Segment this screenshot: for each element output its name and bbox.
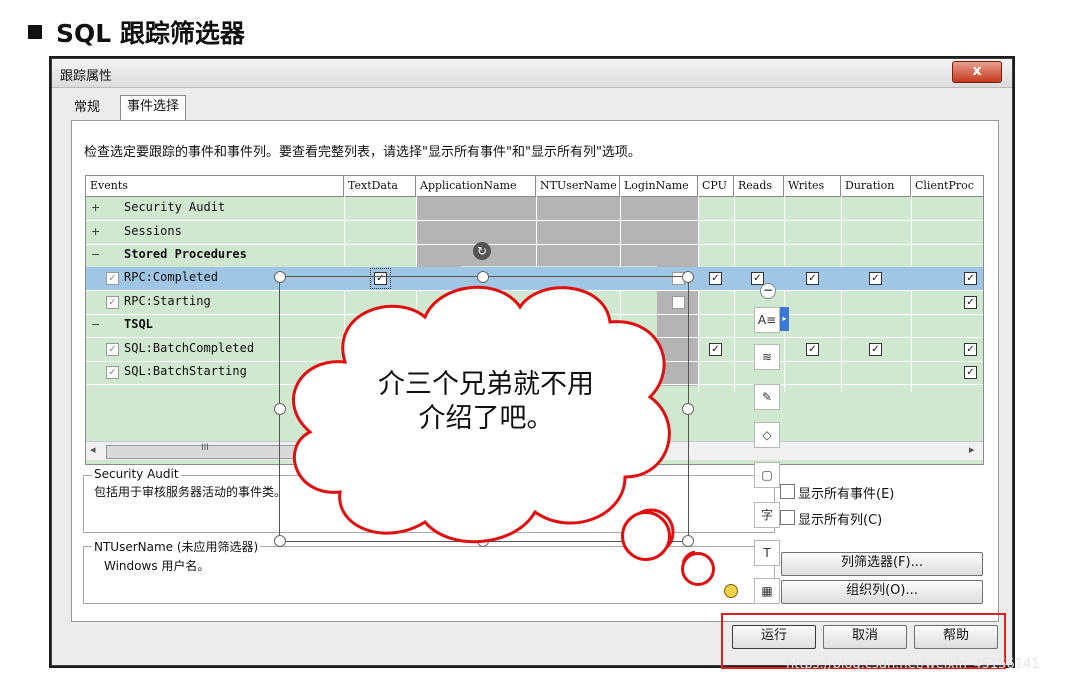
column-header[interactable]: ClientProc bbox=[911, 176, 983, 196]
cell-checkbox[interactable]: ✓ bbox=[964, 343, 977, 356]
event-group-text: 包括用于审核服务器活动的事件类。 bbox=[94, 485, 287, 499]
column-group-text: Windows 用户名。 bbox=[104, 559, 210, 573]
organize-columns-button[interactable]: 组织列(O)... bbox=[781, 580, 983, 604]
watermark: https://blog.csdn.net/weixin_45156141 bbox=[786, 657, 1040, 672]
tab-events-selection[interactable]: 事件选择 bbox=[120, 95, 187, 120]
cell-checkbox[interactable]: ✓ bbox=[709, 272, 722, 285]
cell-checkbox[interactable]: ✓ bbox=[869, 343, 882, 356]
grid-row[interactable]: + Sessions bbox=[86, 221, 983, 245]
cell-checkbox[interactable]: ✓ bbox=[806, 272, 819, 285]
slide-heading: SQL 跟踪筛选器 bbox=[28, 14, 245, 50]
event-label: SQL:BatchStarting bbox=[124, 364, 247, 378]
event-category-label: Security Audit bbox=[124, 200, 226, 214]
event-category-label: Stored Procedures bbox=[124, 247, 247, 261]
column-header[interactable]: TextData bbox=[344, 176, 416, 196]
adjust-handle-icon[interactable] bbox=[724, 584, 738, 598]
grid-header: Events TextData ApplicationName NTUserNa… bbox=[86, 176, 983, 197]
border-icon[interactable]: ▢ bbox=[754, 462, 780, 488]
pen-icon[interactable]: ✎ bbox=[754, 384, 780, 410]
column-header[interactable]: LoginName bbox=[620, 176, 698, 196]
cloud-tail-circle bbox=[681, 552, 715, 586]
column-group-title: NTUserName (未应用筛选器) bbox=[92, 538, 261, 555]
slide-heading-text: SQL 跟踪筛选器 bbox=[56, 19, 245, 48]
event-label: SQL:BatchCompleted bbox=[124, 341, 255, 355]
collapse-icon[interactable]: − bbox=[91, 249, 100, 260]
cell-checkbox[interactable]: ✓ bbox=[964, 272, 977, 285]
fill-icon[interactable]: ◇ bbox=[754, 422, 780, 448]
callout-text: 介三个兄弟就不用 介绍了吧。 bbox=[346, 368, 626, 436]
text-format-icon[interactable]: A≡ bbox=[754, 307, 780, 333]
expand-icon[interactable]: + bbox=[91, 226, 100, 237]
cloud-tail-circle bbox=[621, 511, 671, 561]
column-header[interactable]: Reads bbox=[734, 176, 784, 196]
callout-line-2: 介绍了吧。 bbox=[418, 403, 554, 434]
column-filter-button[interactable]: 列筛选器(F)... bbox=[781, 552, 983, 576]
expand-arrow-icon[interactable]: ▸ bbox=[780, 307, 789, 331]
column-header[interactable]: Writes bbox=[784, 176, 841, 196]
font-icon[interactable]: 字 bbox=[754, 502, 780, 528]
event-checkbox[interactable]: ✓ bbox=[106, 343, 119, 356]
text-box-icon[interactable]: T bbox=[754, 540, 780, 566]
show-all-columns-label[interactable]: 显示所有列(C) bbox=[798, 509, 882, 528]
event-category-label: Sessions bbox=[124, 224, 182, 238]
cell-checkbox[interactable]: ✓ bbox=[964, 366, 977, 379]
title-bar: 跟踪属性 x bbox=[52, 59, 1012, 88]
grid-row[interactable]: − Stored Procedures bbox=[86, 244, 983, 268]
close-button[interactable]: x bbox=[952, 61, 1002, 83]
cell-checkbox[interactable]: ✓ bbox=[806, 343, 819, 356]
grid-row[interactable]: + Security Audit bbox=[86, 197, 983, 221]
show-all-columns-checkbox[interactable] bbox=[780, 510, 795, 525]
cell-checkbox[interactable]: ✓ bbox=[709, 343, 722, 356]
bullet-square-icon bbox=[28, 25, 42, 39]
column-header[interactable]: NTUserName bbox=[536, 176, 620, 196]
cell-checkbox[interactable]: ✓ bbox=[869, 272, 882, 285]
event-category-label: TSQL bbox=[124, 317, 153, 331]
scroll-left-icon[interactable]: ◂ bbox=[90, 443, 96, 456]
arrange-icon[interactable]: ▦ bbox=[754, 578, 780, 604]
tab-general[interactable]: 常规 bbox=[68, 97, 106, 119]
column-header[interactable]: Duration bbox=[841, 176, 911, 196]
cell-checkbox[interactable]: ✓ bbox=[964, 296, 977, 309]
expand-icon[interactable]: + bbox=[91, 202, 100, 213]
column-header[interactable]: ApplicationName bbox=[416, 176, 536, 196]
column-header[interactable]: Events bbox=[86, 176, 344, 196]
event-label: RPC:Starting bbox=[124, 294, 211, 308]
event-label: RPC:Completed bbox=[124, 270, 218, 284]
instructions-text: 检查选定要跟踪的事件和事件列。要查看完整列表，请选择"显示所有事件"和"显示所有… bbox=[84, 145, 641, 160]
scroll-right-icon[interactable]: ▸ bbox=[969, 443, 975, 456]
minus-icon[interactable]: − bbox=[760, 283, 776, 299]
column-header[interactable]: CPU bbox=[698, 176, 734, 196]
event-checkbox[interactable]: ✓ bbox=[106, 366, 119, 379]
window-title: 跟踪属性 bbox=[60, 69, 113, 84]
callout-line-1: 介三个兄弟就不用 bbox=[378, 369, 594, 400]
rotate-handle-icon[interactable]: ↻ bbox=[473, 242, 491, 260]
event-checkbox[interactable]: ✓ bbox=[106, 296, 119, 309]
grip-icon: III bbox=[201, 443, 209, 453]
show-all-events-label[interactable]: 显示所有事件(E) bbox=[798, 483, 894, 502]
layers-icon[interactable]: ≋ bbox=[754, 344, 780, 370]
event-checkbox[interactable]: ✓ bbox=[106, 272, 119, 285]
collapse-icon[interactable]: − bbox=[91, 319, 100, 330]
event-group-title: Security Audit bbox=[92, 467, 181, 481]
show-all-events-checkbox[interactable] bbox=[780, 484, 795, 499]
